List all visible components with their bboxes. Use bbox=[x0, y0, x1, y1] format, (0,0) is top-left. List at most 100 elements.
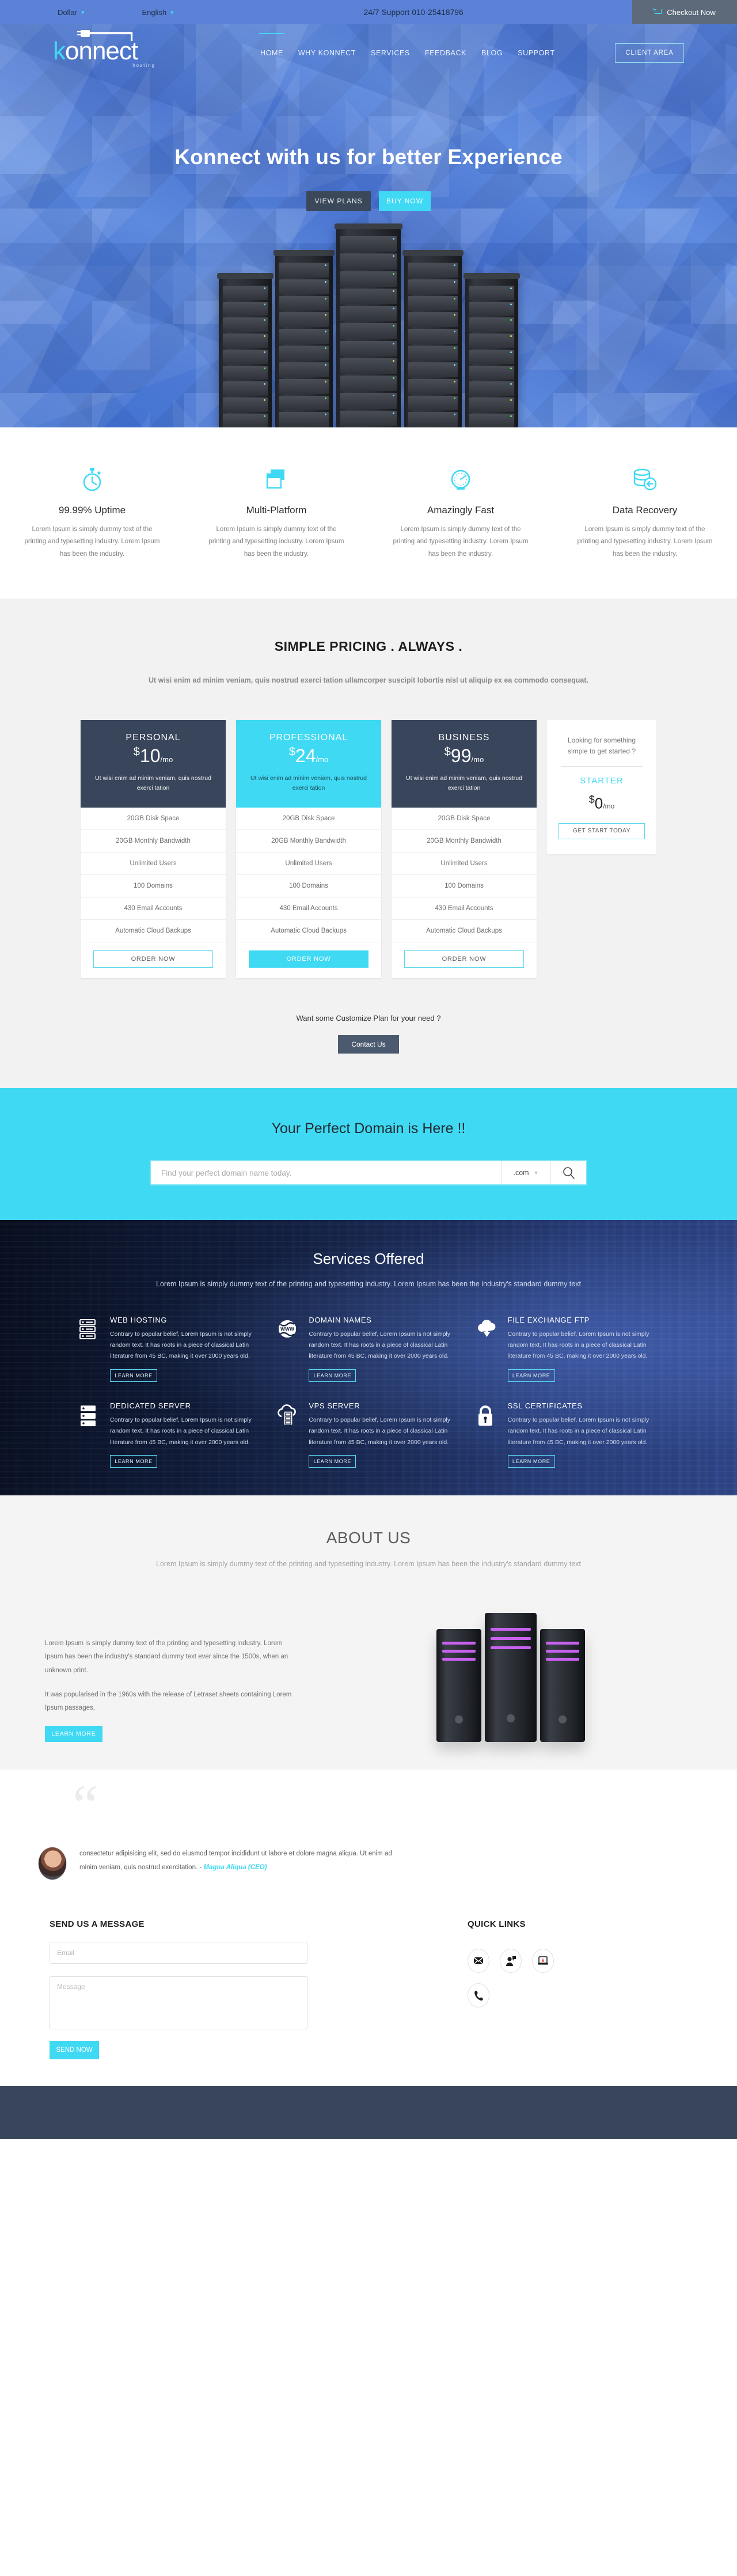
nav-item-services[interactable]: SERVICES bbox=[370, 46, 411, 60]
avatar bbox=[38, 1846, 67, 1880]
about-title: ABOUT US bbox=[326, 1529, 411, 1547]
database-restore-icon bbox=[573, 464, 716, 495]
search-icon bbox=[563, 1167, 575, 1180]
feature-text: Lorem Ipsum is simply dummy text of the … bbox=[393, 526, 529, 558]
email-field[interactable] bbox=[50, 1941, 307, 1964]
service-name: WEB HOSTING bbox=[110, 1315, 168, 1324]
nav-links: HOME WHY KONNECT SERVICES FEEDBACK BLOG … bbox=[259, 33, 556, 60]
view-plans-button[interactable]: VIEW PLANS bbox=[306, 191, 371, 211]
buy-now-button[interactable]: BUY NOW bbox=[379, 191, 431, 211]
padlock-icon bbox=[476, 1401, 500, 1468]
plan-feature: Unlimited Users bbox=[392, 853, 537, 876]
currency-selector[interactable]: Dollar ▾ bbox=[58, 8, 85, 17]
starter-price: $0/mo bbox=[588, 793, 615, 812]
plan-desc: Ut wisi enim ad minim veniam, quis nostr… bbox=[250, 774, 367, 792]
checkout-label: Checkout Now bbox=[667, 7, 716, 17]
learn-more-button[interactable]: LEARN MORE bbox=[110, 1369, 157, 1382]
order-now-button[interactable]: ORDER NOW bbox=[404, 950, 524, 968]
pc-tower bbox=[540, 1628, 585, 1742]
checkout-button[interactable]: Checkout Now bbox=[632, 0, 737, 24]
server-rack bbox=[335, 223, 402, 427]
feature-title: Multi-Platform bbox=[246, 505, 307, 516]
phone-icon[interactable] bbox=[468, 1983, 489, 2007]
contact-us-button[interactable]: Contact Us bbox=[338, 1035, 399, 1054]
feature-card: Data Recovery Lorem Ipsum is simply dumm… bbox=[553, 464, 737, 560]
plan-card-personal: PERSONAL $10/mo Ut wisi enim ad minim ve… bbox=[81, 719, 226, 979]
nav-item-blog[interactable]: BLOG bbox=[480, 46, 504, 60]
learn-more-button[interactable]: LEARN MORE bbox=[309, 1369, 356, 1382]
tld-selector[interactable]: .com ▼ bbox=[501, 1161, 550, 1185]
service-name: DOMAIN NAMES bbox=[309, 1315, 372, 1324]
plan-feature: 20GB Disk Space bbox=[392, 808, 537, 831]
learn-more-button[interactable]: LEARN MORE bbox=[110, 1455, 157, 1468]
plan-name: PROFESSIONAL bbox=[269, 732, 348, 743]
plan-feature: Automatic Cloud Backups bbox=[81, 920, 226, 943]
nav-item-support[interactable]: SUPPORT bbox=[516, 46, 556, 60]
learn-more-button[interactable]: LEARN MORE bbox=[309, 1455, 356, 1468]
service-card-domain-names: WWW DOMAIN NAMES Contrary to popular bel… bbox=[276, 1316, 460, 1382]
domain-search-button[interactable] bbox=[550, 1161, 586, 1185]
top-utility-bar: Dollar ▾ English ▾ 24/7 Support 010-2541… bbox=[0, 0, 737, 24]
service-name: DEDICATED SERVER bbox=[110, 1401, 191, 1410]
get-start-today-button[interactable]: GET START TODAY bbox=[559, 823, 645, 839]
nav-item-home[interactable]: HOME bbox=[259, 33, 284, 60]
service-text: Contrary to popular belief, Lorem Ipsum … bbox=[309, 1416, 451, 1446]
hero-buttons: VIEW PLANS BUY NOW bbox=[0, 191, 737, 211]
quick-links-title: QUICK LINKS bbox=[468, 1919, 526, 1929]
service-name: SSL CERTIFICATES bbox=[507, 1401, 583, 1410]
envelope-icon[interactable] bbox=[468, 1948, 489, 1973]
domain-search-input[interactable] bbox=[151, 1161, 501, 1185]
domain-title: Your Perfect Domain is Here !! bbox=[271, 1120, 466, 1137]
pc-tower bbox=[436, 1628, 481, 1742]
site-logo[interactable]: konnect hosting bbox=[53, 29, 162, 68]
hero-content: Konnect with us for better Experience VI… bbox=[0, 82, 737, 211]
plan-feature: 20GB Disk Space bbox=[81, 808, 226, 831]
custom-plan-question: Want some Customize Plan for your need ? bbox=[296, 1014, 441, 1023]
nav-item-feedback[interactable]: FEEDBACK bbox=[424, 46, 468, 60]
feature-title: 99.99% Uptime bbox=[58, 505, 126, 516]
feature-text: Lorem Ipsum is simply dummy text of the … bbox=[24, 526, 160, 558]
client-area-button[interactable]: CLIENT AREA bbox=[615, 43, 684, 63]
service-card-file-exchange-ftp: FILE EXCHANGE FTP Contrary to popular be… bbox=[476, 1316, 659, 1382]
order-now-button[interactable]: ORDER NOW bbox=[93, 950, 213, 968]
send-now-button[interactable]: SEND NOW bbox=[50, 2040, 99, 2059]
quick-links: QUICK LINKS bbox=[345, 1919, 583, 2059]
learn-more-button[interactable]: LEARN MORE bbox=[507, 1369, 555, 1382]
custom-plan-block: Want some Customize Plan for your need ?… bbox=[0, 1014, 737, 1054]
about-tower-illustration bbox=[299, 1599, 737, 1755]
cloud-download-icon bbox=[476, 1316, 500, 1382]
support-agent-icon[interactable] bbox=[500, 1948, 522, 1973]
learn-more-button[interactable]: LEARN MORE bbox=[507, 1455, 555, 1468]
plan-card-professional: PROFESSIONAL $24/mo Ut wisi enim ad mini… bbox=[236, 719, 381, 979]
laptop-icon[interactable] bbox=[532, 1948, 554, 1973]
language-selector[interactable]: English ▾ bbox=[142, 8, 174, 17]
services-subtitle: Lorem Ipsum is simply dummy text of the … bbox=[156, 1280, 581, 1289]
message-field[interactable] bbox=[50, 1976, 307, 2029]
service-text: Contrary to popular belief, Lorem Ipsum … bbox=[507, 1330, 649, 1360]
contact-form: SEND US A MESSAGE SEND NOW bbox=[0, 1919, 345, 2059]
svg-text:WWW: WWW bbox=[280, 1326, 294, 1332]
logo-k: k bbox=[53, 36, 66, 65]
server-rack-icon bbox=[78, 1316, 102, 1382]
testimonial-section: “ consectetur adipisicing elit, sed do e… bbox=[0, 1769, 737, 1902]
nav-item-why-konnect[interactable]: WHY KONNECT bbox=[297, 46, 357, 60]
plan-feature: 20GB Monthly Bandwidth bbox=[81, 830, 226, 853]
speedometer-icon bbox=[389, 464, 532, 495]
plan-card-business: BUSINESS $99/mo Ut wisi enim ad minim ve… bbox=[392, 719, 537, 979]
plan-name: PERSONAL bbox=[126, 732, 181, 743]
cloud-server-icon bbox=[276, 1401, 301, 1468]
about-learn-more-button[interactable]: LEARN MORE bbox=[45, 1725, 102, 1742]
service-text: Contrary to popular belief, Lorem Ipsum … bbox=[507, 1416, 649, 1446]
starter-question: Looking for something simple to get star… bbox=[567, 736, 636, 755]
server-rack bbox=[217, 273, 273, 427]
service-name: FILE EXCHANGE FTP bbox=[507, 1315, 590, 1324]
plan-price: $24/mo bbox=[288, 745, 329, 766]
service-card-web-hosting: WEB HOSTING Contrary to popular belief, … bbox=[78, 1316, 261, 1382]
plan-desc: Ut wisi enim ad minim veniam, quis nostr… bbox=[406, 774, 522, 792]
services-section: Services Offered Lorem Ipsum is simply d… bbox=[0, 1220, 737, 1496]
plan-price: $10/mo bbox=[133, 745, 173, 766]
plan-feature: Unlimited Users bbox=[236, 853, 381, 876]
server-rack bbox=[402, 250, 464, 427]
order-now-button[interactable]: ORDER NOW bbox=[249, 950, 368, 968]
pricing-plans: PERSONAL $10/mo Ut wisi enim ad minim ve… bbox=[0, 719, 737, 979]
